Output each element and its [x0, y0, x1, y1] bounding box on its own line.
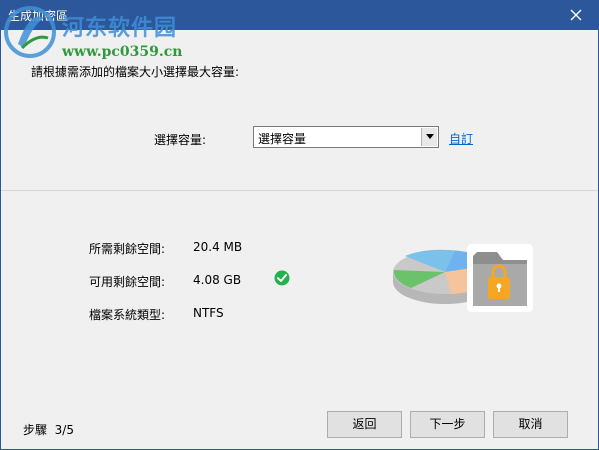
step-indicator: 步驟 3/5 [23, 421, 74, 438]
watermark-logo-icon [4, 6, 56, 58]
dialog-body: 請根據需添加的檔案大小選擇最大容量: 選擇容量: 選擇容量 自訂 所需剩餘空間:… [1, 30, 598, 449]
next-button[interactable]: 下一步 [410, 411, 485, 438]
step-value: 3/5 [54, 423, 74, 437]
close-button[interactable] [553, 0, 599, 30]
filesystem-value: NTFS [193, 306, 224, 320]
available-space-value: 4.08 GB [193, 273, 242, 287]
capacity-selected-value: 選擇容量 [258, 132, 307, 146]
back-button[interactable]: 返回 [327, 411, 402, 438]
locked-folder-icon [467, 244, 533, 312]
dropdown-arrow-button[interactable] [421, 128, 437, 146]
filesystem-label: 檔案系統類型: [89, 308, 166, 322]
disk-lock-illustration [393, 244, 533, 312]
close-icon [570, 9, 582, 21]
watermark-url: www.pc0359.cn [62, 44, 183, 60]
divider [1, 190, 598, 191]
required-space-label: 所需剩餘空間: [89, 242, 166, 256]
watermark: 河东软件园 www.pc0359.cn [2, 2, 202, 62]
cancel-button[interactable]: 取消 [493, 411, 568, 438]
capacity-dropdown[interactable]: 選擇容量 [253, 126, 439, 148]
available-space-label: 可用剩餘空間: [89, 275, 166, 289]
custom-capacity-link[interactable]: 自訂 [449, 130, 473, 147]
step-label: 步驟 [23, 423, 48, 437]
instruction-text: 請根據需添加的檔案大小選擇最大容量: [31, 65, 240, 79]
required-space-value: 20.4 MB [193, 240, 243, 254]
chevron-down-icon [425, 134, 434, 139]
watermark-site-name: 河东软件园 [62, 15, 178, 41]
capacity-label: 選擇容量: [154, 133, 207, 147]
check-icon [274, 270, 290, 286]
